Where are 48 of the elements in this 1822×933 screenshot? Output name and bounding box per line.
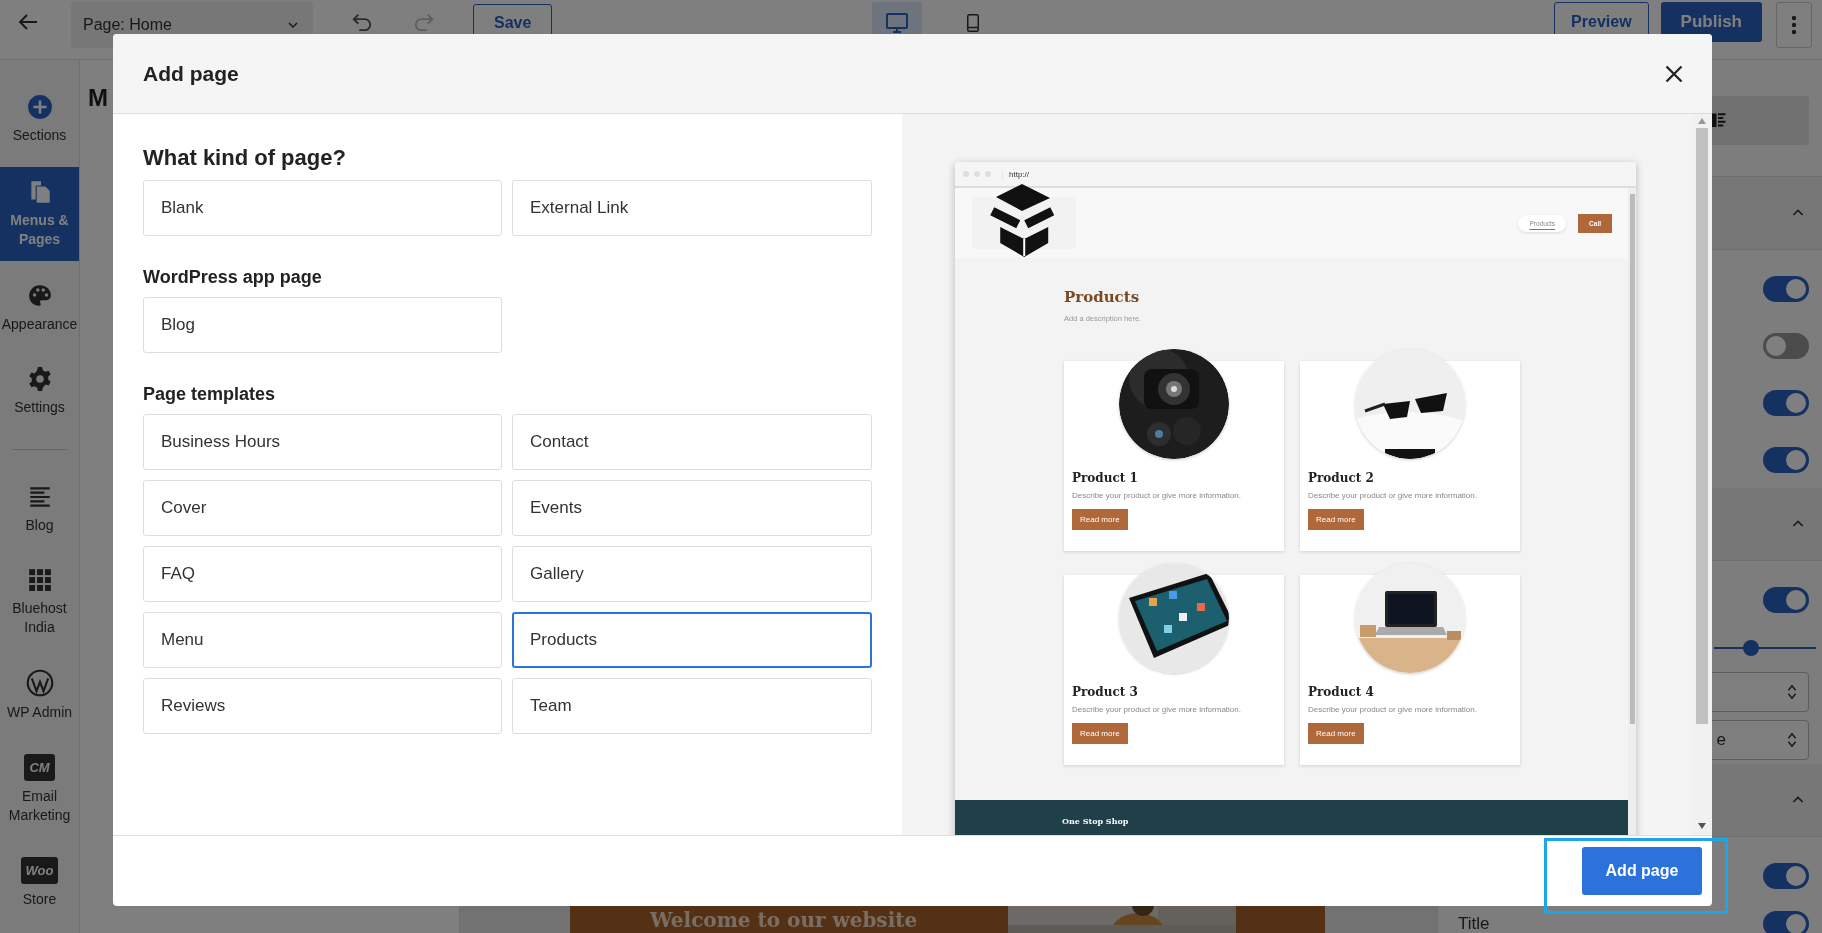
read-more-button[interactable]: Read more — [1308, 723, 1364, 744]
page-type-option[interactable]: Business Hours — [143, 414, 502, 470]
badge-icon: Woo — [20, 857, 59, 884]
read-more-button[interactable]: Read more — [1308, 509, 1364, 530]
sidebar-item[interactable]: Bluehost India — [0, 557, 79, 647]
product-description: Describe your product or give more information. — [1308, 491, 1478, 500]
product-title: Product 2 — [1308, 471, 1375, 485]
publish-button[interactable]: Publish — [1660, 2, 1762, 42]
page-title: Products — [1064, 288, 1141, 306]
sidebar-item[interactable]: Settings — [0, 356, 79, 427]
page-type-option[interactable]: Reviews — [143, 678, 502, 734]
page-type-option[interactable]: Blog — [143, 297, 502, 353]
section-heading: WordPress app page — [143, 266, 323, 288]
sidebar-item[interactable]: WP Admin — [0, 659, 79, 732]
sidebar-item[interactable]: CM Email Marketing — [0, 744, 79, 835]
product-description: Describe your product or give more information. — [1072, 705, 1242, 714]
page-type-option[interactable]: FAQ — [143, 546, 502, 602]
page-type-option[interactable]: Blank — [143, 180, 502, 236]
product-description: Describe your product or give more information. — [1308, 705, 1478, 714]
product-title: Product 1 — [1072, 471, 1139, 485]
product-title: Product 3 — [1072, 685, 1139, 699]
badge-icon: CM — [24, 754, 55, 781]
section-heading: Page templates — [143, 383, 277, 405]
page-type-option[interactable]: Products — [512, 612, 872, 668]
page-type-option[interactable]: Contact — [512, 414, 872, 470]
product-title: Product 4 — [1308, 685, 1375, 699]
product-description: Describe your product or give more information. — [1072, 491, 1242, 500]
sidebar-item[interactable]: Blog — [0, 474, 79, 545]
section-heading: What kind of page? — [143, 144, 347, 172]
page-type-option[interactable]: Team — [512, 678, 872, 734]
page-type-option[interactable]: Menu — [143, 612, 502, 668]
dialog-title: Add page — [143, 61, 239, 86]
read-more-button[interactable]: Read more — [1072, 509, 1128, 530]
sidebar-item[interactable]: Menus & Pages — [0, 167, 79, 261]
page-type-option[interactable]: Cover — [143, 480, 502, 536]
sidebar-item[interactable]: Appearance — [0, 273, 79, 344]
field-label: Title — [1458, 914, 1490, 933]
sidebar-item[interactable]: Woo Store — [0, 847, 79, 919]
sidebar-item[interactable]: Sections — [0, 84, 79, 155]
page-type-option[interactable]: Events — [512, 480, 872, 536]
panel-title: M — [88, 84, 109, 112]
page-type-option[interactable]: External Link — [512, 180, 872, 236]
read-more-button[interactable]: Read more — [1072, 723, 1128, 744]
url-text: http:// — [1002, 169, 1636, 179]
page-type-option[interactable]: Gallery — [512, 546, 872, 602]
hero-title: Welcome to our website — [648, 907, 919, 933]
add-page-button[interactable]: Add page — [1582, 847, 1702, 895]
footer-title: One Stop Shop — [1062, 816, 1129, 826]
